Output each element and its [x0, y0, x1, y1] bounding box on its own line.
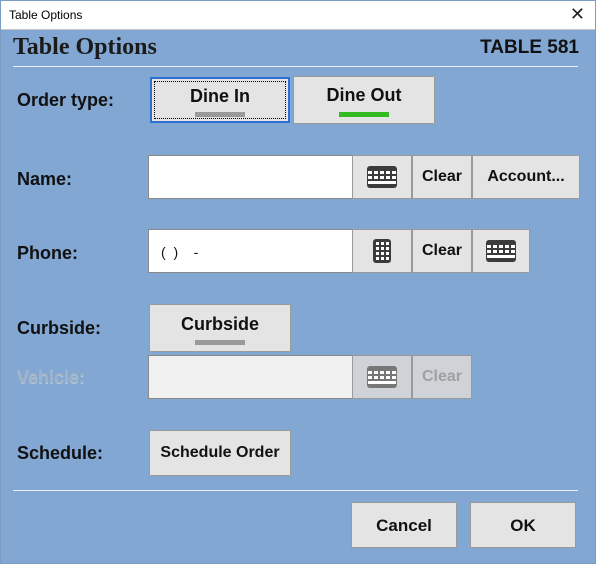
name-clear-button[interactable]: Clear: [412, 155, 472, 199]
page-title: Table Options: [13, 34, 157, 60]
close-icon[interactable]: ✕: [570, 4, 585, 25]
window-title: Table Options: [9, 8, 83, 22]
schedule-order-button[interactable]: Schedule Order: [149, 430, 291, 476]
name-label: Name:: [17, 169, 73, 189]
schedule-order-label: Schedule Order: [160, 444, 280, 461]
account-button[interactable]: Account...: [472, 155, 580, 199]
dine-in-button[interactable]: Dine In: [150, 77, 290, 123]
dine-out-indicator: [339, 112, 389, 117]
ok-button[interactable]: OK: [470, 502, 576, 548]
cancel-button[interactable]: Cancel: [351, 502, 457, 548]
keyboard-icon: [486, 240, 516, 262]
keypad-icon: [373, 239, 391, 263]
phone-keypad-button[interactable]: [352, 229, 412, 273]
phone-value: ( ) -: [161, 244, 199, 260]
phone-field[interactable]: ( ) -: [148, 229, 353, 273]
footer-divider: [13, 490, 578, 491]
vehicle-label: Vehicle:: [17, 367, 86, 387]
title-bar: Table Options ✕: [1, 1, 595, 30]
dialog-content: Table Options TABLE 581 Order type: Dine…: [1, 30, 595, 563]
keyboard-icon: [367, 166, 397, 188]
phone-keyboard-button[interactable]: [472, 229, 530, 273]
table-options-dialog: Table Options ✕ Table Options TABLE 581 …: [0, 0, 596, 564]
phone-clear-label: Clear: [421, 242, 463, 259]
cancel-label: Cancel: [376, 516, 432, 535]
name-field[interactable]: [148, 155, 353, 199]
curbside-button-label: Curbside: [180, 314, 259, 334]
dine-in-label: Dine In: [189, 86, 250, 106]
curbside-label: Curbside:: [17, 318, 102, 338]
ok-label: OK: [510, 516, 536, 535]
dine-out-label: Dine Out: [326, 85, 402, 105]
curbside-indicator: [195, 340, 245, 345]
vehicle-clear-button[interactable]: Clear: [412, 355, 472, 399]
phone-label: Phone:: [17, 243, 78, 263]
keyboard-icon: [367, 366, 397, 388]
header-divider: [13, 66, 578, 67]
phone-clear-button[interactable]: Clear: [412, 229, 472, 273]
name-keyboard-button[interactable]: [352, 155, 412, 199]
dine-in-indicator: [195, 112, 245, 117]
account-label: Account...: [487, 168, 565, 185]
vehicle-clear-label: Clear: [421, 368, 463, 385]
name-clear-label: Clear: [421, 168, 463, 185]
dine-out-button[interactable]: Dine Out: [293, 76, 435, 124]
order-type-label: Order type:: [17, 90, 115, 110]
table-number-label: TABLE 581: [480, 37, 579, 58]
vehicle-keyboard-button[interactable]: [352, 355, 412, 399]
schedule-label: Schedule:: [17, 443, 104, 463]
vehicle-field[interactable]: [148, 355, 353, 399]
curbside-button[interactable]: Curbside: [149, 304, 291, 352]
